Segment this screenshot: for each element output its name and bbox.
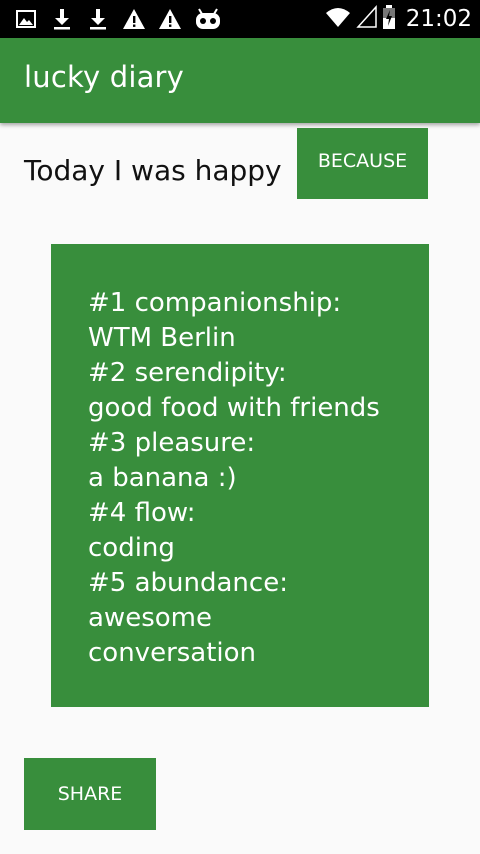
wifi-icon [324,5,352,33]
share-button[interactable]: SHARE [24,758,156,830]
app-title: lucky diary [24,60,185,94]
list-item: coding [88,533,175,563]
list-item: awesome [88,603,212,633]
list-item: #5 abundance: [88,568,288,598]
status-clock: 21:02 [405,6,472,32]
signal-icon [356,5,378,33]
list-item: #1 companionship: [88,288,342,318]
because-button[interactable]: BECAUSE [297,128,428,199]
image-icon [14,7,38,31]
system-icons: 21:02 [324,4,472,34]
list-item: #3 pleasure: [88,428,256,458]
happiness-list-card: #1 companionship: WTM Berlin #2 serendip… [51,244,429,707]
app-bar: lucky diary [0,38,480,123]
list-item: #4 flow: [88,498,196,528]
warning-icon [158,7,182,31]
happy-label: Today I was happy [24,154,282,187]
notification-icons [14,6,220,32]
list-item: #2 serendipity: [88,358,287,388]
warning-icon [122,7,146,31]
download-icon [50,7,74,31]
list-item: conversation [88,638,257,668]
android-icon [194,7,220,31]
battery-icon [382,4,396,34]
list-item: a banana :) [88,463,237,493]
status-bar: 21:02 [0,0,480,38]
list-item: WTM Berlin [88,323,236,353]
download-icon [86,7,110,31]
list-item: good food with friends [88,393,380,423]
